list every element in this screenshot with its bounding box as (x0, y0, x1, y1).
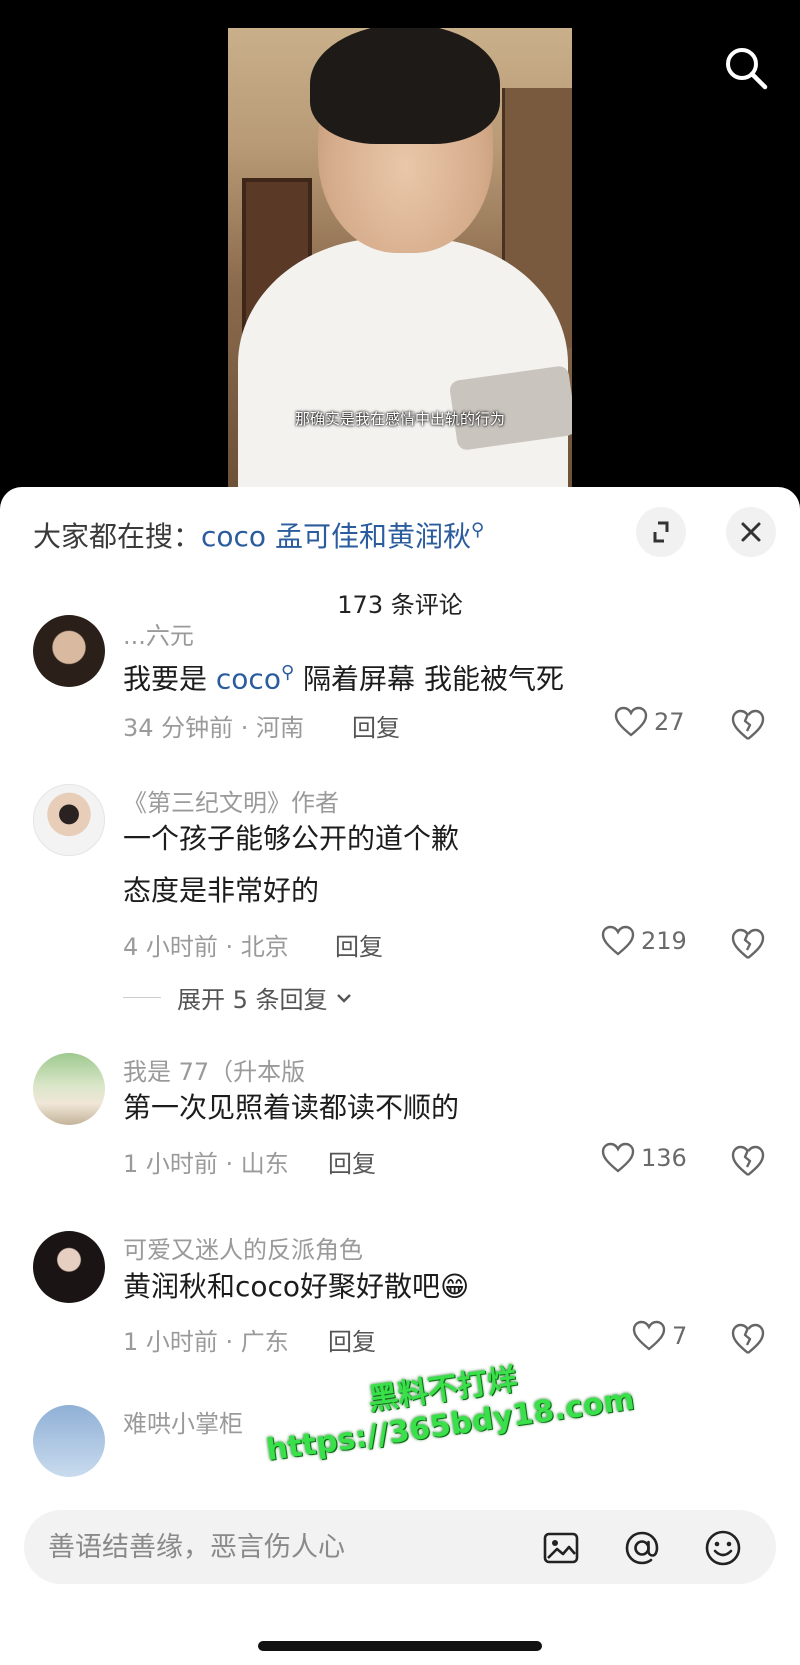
like-count: 219 (641, 927, 687, 955)
search-small-icon: ⚲ (280, 662, 295, 683)
comment-meta: 1 小时前 · 广东 (123, 1328, 289, 1356)
divider-line (123, 997, 161, 998)
like-count: 136 (641, 1144, 687, 1172)
reply-button[interactable]: 回复 (352, 708, 400, 743)
comment-text: 一个孩子能够公开的道个歉 (123, 822, 460, 855)
heart-icon (632, 1320, 666, 1351)
person-hair (310, 28, 500, 144)
broken-heart-icon (731, 1145, 765, 1176)
video-player[interactable]: 那确实是我在感情中出轨的行为 (0, 0, 800, 500)
reply-button[interactable]: 回复 (335, 927, 383, 962)
comment-text-part: 我要是 (123, 662, 216, 696)
broken-heart-icon (731, 709, 765, 740)
emoji-icon (705, 1530, 741, 1566)
like-count: 27 (654, 708, 685, 736)
comment-text: 黄润秋和coco好聚好散吧😁 (123, 1270, 470, 1303)
person-shirt (238, 238, 568, 498)
avatar[interactable] (33, 784, 105, 856)
like-button[interactable]: 27 (614, 706, 685, 738)
dislike-button[interactable] (730, 1322, 766, 1358)
comment-text-part: 隔着屏幕 我能被气死 (294, 662, 564, 696)
comment-count: 173 条评论 (337, 591, 463, 619)
dislike-button[interactable] (730, 1144, 766, 1180)
search-icon (726, 48, 768, 90)
comment-username[interactable]: ...六元 (123, 616, 194, 651)
expand-icon (653, 521, 669, 543)
like-count: 7 (672, 1322, 688, 1350)
comment-keyword-link[interactable]: coco (216, 662, 281, 695)
broken-heart-icon (731, 928, 765, 959)
comment-username[interactable]: 可爱又迷人的反派角色 (123, 1230, 363, 1265)
hot-search-bar[interactable]: 大家都在搜：coco 孟可佳和黄润秋⚲ (33, 515, 484, 555)
comment-meta: 4 小时前 · 北京 (123, 933, 289, 961)
heart-icon (601, 1142, 635, 1173)
dislike-button[interactable] (730, 708, 766, 744)
avatar[interactable] (33, 1405, 105, 1477)
comment-text: 态度是非常好的 (123, 874, 320, 907)
like-button[interactable]: 7 (632, 1320, 687, 1352)
emoji-button[interactable] (704, 1529, 742, 1567)
expand-replies-label: 展开 5 条回复 (177, 986, 328, 1014)
chevron-down-icon (336, 993, 351, 1003)
image-button[interactable] (542, 1529, 580, 1567)
hot-search-keyword[interactable]: coco 孟可佳和黄润秋 (201, 520, 471, 553)
reply-button[interactable]: 回复 (328, 1144, 376, 1179)
avatar[interactable] (33, 1053, 105, 1125)
comment-username[interactable]: 《第三纪文明》作者 (123, 783, 339, 818)
heart-icon (614, 706, 648, 737)
expand-replies-button[interactable]: 展开 5 条回复 (123, 980, 356, 1015)
comment-input-bar (24, 1510, 776, 1584)
home-indicator[interactable] (258, 1641, 542, 1651)
search-button[interactable] (722, 44, 770, 92)
like-button[interactable]: 219 (601, 925, 687, 957)
comment-text: 我要是 coco⚲ 隔着屏幕 我能被气死 (123, 648, 564, 704)
expand-sheet-button[interactable] (636, 507, 686, 557)
heart-icon (601, 925, 635, 956)
comment-meta: 1 小时前 · 山东 (123, 1150, 289, 1178)
search-small-icon: ⚲ (470, 519, 485, 541)
broken-heart-icon (731, 1323, 765, 1354)
reply-button[interactable]: 回复 (328, 1322, 376, 1357)
video-frame: 那确实是我在感情中出轨的行为 (228, 28, 572, 498)
comment-username[interactable]: 难哄小掌柜 (123, 1404, 243, 1439)
dislike-button[interactable] (730, 927, 766, 963)
close-icon (741, 522, 761, 542)
avatar[interactable] (33, 1231, 105, 1303)
video-subtitle: 那确实是我在感情中出轨的行为 (294, 410, 505, 428)
image-icon (543, 1532, 579, 1564)
comment-sheet: 大家都在搜：coco 孟可佳和黄润秋⚲ 173 条评论 ...六元 我要是 co… (0, 487, 800, 1665)
hot-search-prefix: 大家都在搜： (33, 520, 202, 553)
close-sheet-button[interactable] (726, 507, 776, 557)
avatar[interactable] (33, 615, 105, 687)
like-button[interactable]: 136 (601, 1142, 687, 1174)
comment-meta: 34 分钟前 · 河南 (123, 714, 305, 742)
comment-username[interactable]: 我是 77（升本版 (123, 1052, 305, 1087)
at-icon (625, 1531, 659, 1565)
comment-input[interactable] (48, 1524, 528, 1570)
comment-text: 第一次见照着读都读不顺的 (123, 1091, 460, 1124)
mention-button[interactable] (623, 1529, 661, 1567)
